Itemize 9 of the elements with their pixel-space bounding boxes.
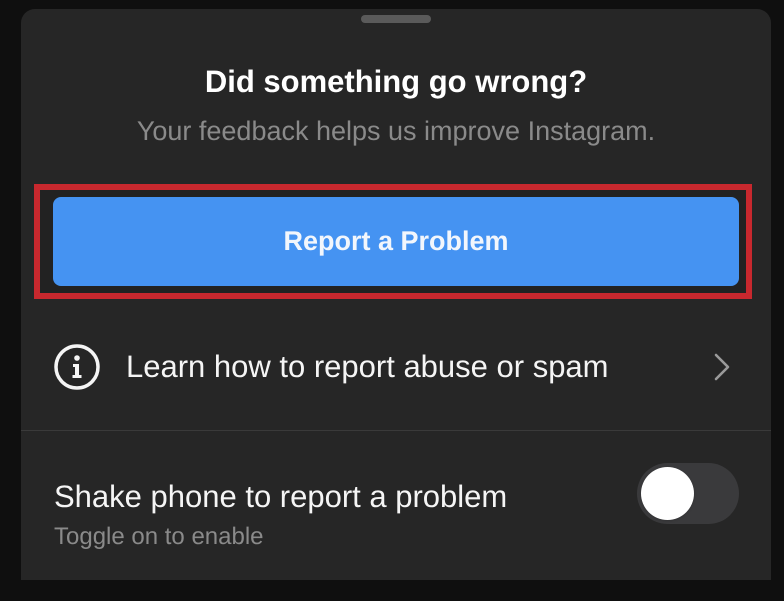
row-label: Learn how to report abuse or spam — [126, 348, 610, 386]
sheet-title: Did something go wrong? — [204, 64, 588, 100]
row-label: Shake phone to report a problem — [54, 478, 508, 516]
chevron-right-icon — [714, 352, 730, 380]
sheet-subtitle: Your feedback helps us improve Instagram. — [136, 116, 656, 146]
info-icon — [54, 344, 100, 390]
row-hint: Toggle on to enable — [54, 523, 265, 551]
report-abuse-link-row[interactable]: Learn how to report abuse or spam — [21, 299, 771, 430]
drag-handle[interactable] — [361, 15, 431, 23]
